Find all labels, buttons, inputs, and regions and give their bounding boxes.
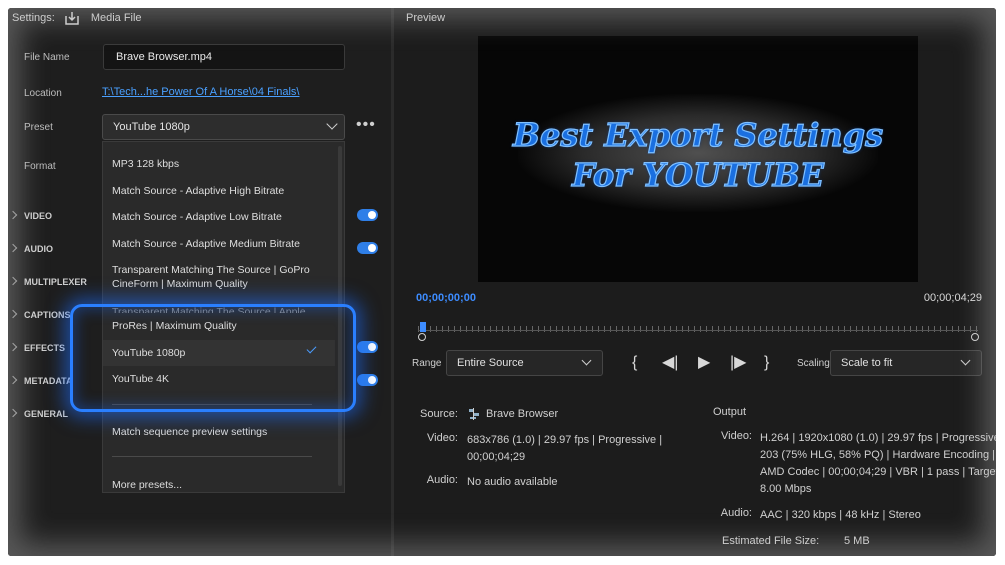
chevron-down-icon <box>960 355 971 366</box>
preset-option[interactable]: YouTube 4K <box>103 372 335 386</box>
play-button[interactable]: ▶ <box>698 354 710 372</box>
more-presets-option[interactable]: More presets... <box>103 478 335 492</box>
location-link[interactable]: T:\Tech...he Power Of A Horse\04 Finals\ <box>102 86 299 98</box>
video-preview: Best Export Settings For YOUTUBE <box>478 36 918 282</box>
source-video-line2: 00;00;04;29 <box>467 451 526 463</box>
sequence-icon <box>468 407 480 420</box>
location-label: Location <box>24 88 62 99</box>
section-label: MULTIPLEXER <box>24 277 87 287</box>
mark-in-button[interactable]: { <box>632 354 637 372</box>
range-label: Range <box>412 358 442 369</box>
dropdown-scrollbar[interactable] <box>338 146 342 486</box>
menu-divider <box>112 404 312 405</box>
file-size-label: Estimated File Size: <box>722 535 820 547</box>
preview-panel: Preview Best Export Settings For YOUTUBE… <box>394 8 996 556</box>
chevron-right-icon <box>8 342 18 352</box>
settings-panel: Settings: Media File File Name Brave Bro… <box>8 8 391 556</box>
metadata-toggle[interactable] <box>357 374 378 386</box>
overlay-title-line1: Best Export Settings <box>512 115 884 154</box>
source-audio-value: No audio available <box>467 476 558 488</box>
chevron-right-icon <box>8 210 18 220</box>
out-point-handle[interactable] <box>971 333 979 341</box>
output-audio-value: AAC | 320 kbps | 48 kHz | Stereo <box>760 509 921 521</box>
video-toggle[interactable] <box>357 209 378 221</box>
output-video-line1: H.264 | 1920x1080 (1.0) | 29.97 fps | Pr… <box>760 432 996 444</box>
source-audio-key: Audio: <box>426 474 458 486</box>
more-options-button[interactable]: ••• <box>356 117 376 133</box>
chevron-down-icon <box>581 355 592 366</box>
source-video-line1: 683x786 (1.0) | 29.97 fps | Progressive … <box>467 434 663 446</box>
scaling-label: Scaling <box>797 358 830 369</box>
checkmark-icon <box>306 343 317 354</box>
output-video-line2: 203 (75% HLG, 58% PQ) | Hardware Encodin… <box>760 449 995 461</box>
preset-value: YouTube 1080p <box>113 121 190 133</box>
preset-option-label: YouTube 1080p <box>112 347 186 359</box>
source-video-key: Video: <box>427 432 458 444</box>
chevron-right-icon <box>8 243 18 253</box>
match-sequence-option[interactable]: Match sequence preview settings <box>103 425 335 439</box>
playhead-marker[interactable] <box>420 322 426 332</box>
output-video-line4: 8.00 Mbps <box>760 483 812 495</box>
timeline-track <box>418 330 978 331</box>
scaling-value: Scale to fit <box>841 357 893 369</box>
preset-option[interactable]: Match Source - Adaptive Medium Bitrate <box>103 237 335 251</box>
preset-dropdown-menu: MP3 128 kbps Match Source - Adaptive Hig… <box>102 141 345 493</box>
chevron-down-icon <box>326 118 338 130</box>
export-icon[interactable] <box>65 11 79 25</box>
format-label: Format <box>24 161 56 172</box>
media-file-label: Media File <box>90 12 142 24</box>
range-value: Entire Source <box>457 357 524 369</box>
chevron-right-icon <box>8 309 18 319</box>
scaling-select[interactable]: Scale to fit <box>830 350 982 376</box>
preview-title: Preview <box>406 12 446 24</box>
output-label: Output <box>713 406 747 418</box>
chevron-right-icon <box>8 408 18 418</box>
menu-divider <box>112 456 312 457</box>
step-forward-button[interactable]: |▶ <box>730 354 746 372</box>
step-back-button[interactable]: ◀| <box>662 354 678 372</box>
in-point-handle[interactable] <box>418 333 426 341</box>
preset-option[interactable]: Match Source - Adaptive High Bitrate <box>103 184 335 198</box>
timeline-ruler <box>418 326 978 332</box>
preset-option-selected[interactable]: YouTube 1080p <box>103 340 335 366</box>
audio-toggle[interactable] <box>357 242 378 254</box>
settings-title: Settings: <box>12 12 55 24</box>
section-label: METADATA <box>24 376 73 386</box>
section-label: GENERAL <box>24 409 69 419</box>
file-name-input[interactable]: Brave Browser.mp4 <box>103 44 345 70</box>
export-window: Settings: Media File File Name Brave Bro… <box>8 8 996 556</box>
preset-select[interactable]: YouTube 1080p <box>102 114 345 140</box>
output-video-key: Video: <box>721 430 752 442</box>
range-select[interactable]: Entire Source <box>446 350 603 376</box>
section-label: CAPTIONS <box>24 310 71 320</box>
preset-option[interactable]: Transparent Matching The Source | GoPro … <box>103 263 335 291</box>
chevron-right-icon <box>8 276 18 286</box>
preset-label: Preset <box>24 122 53 133</box>
chevron-right-icon <box>8 375 18 385</box>
section-label: VIDEO <box>24 211 53 221</box>
section-label: EFFECTS <box>24 343 66 353</box>
timecode-current[interactable]: 00;00;00;00 <box>416 292 476 304</box>
file-name-label: File Name <box>24 52 70 63</box>
source-label: Source: <box>420 408 458 420</box>
preset-option[interactable]: Match Source - Adaptive Low Bitrate <box>103 210 335 224</box>
file-size-value: 5 MB <box>844 535 870 547</box>
preset-option[interactable]: MP3 128 kbps <box>103 157 335 171</box>
output-video-line3: AMD Codec | 00;00;04;29 | VBR | 1 pass |… <box>760 466 996 478</box>
preset-option[interactable]: Transparent Matching The Source | Apple <box>103 304 335 313</box>
overlay-title-line2: For YOUTUBE <box>571 155 825 194</box>
source-name: Brave Browser <box>486 408 559 420</box>
preset-option[interactable]: ProRes | Maximum Quality <box>103 319 335 333</box>
mark-out-button[interactable]: } <box>764 354 769 372</box>
output-audio-key: Audio: <box>720 507 752 519</box>
effects-toggle[interactable] <box>357 341 378 353</box>
timeline-scrubber[interactable] <box>418 308 979 344</box>
timecode-duration: 00;00;04;29 <box>923 292 982 304</box>
settings-header: Settings: Media File <box>12 8 142 28</box>
section-label: AUDIO <box>24 244 53 254</box>
